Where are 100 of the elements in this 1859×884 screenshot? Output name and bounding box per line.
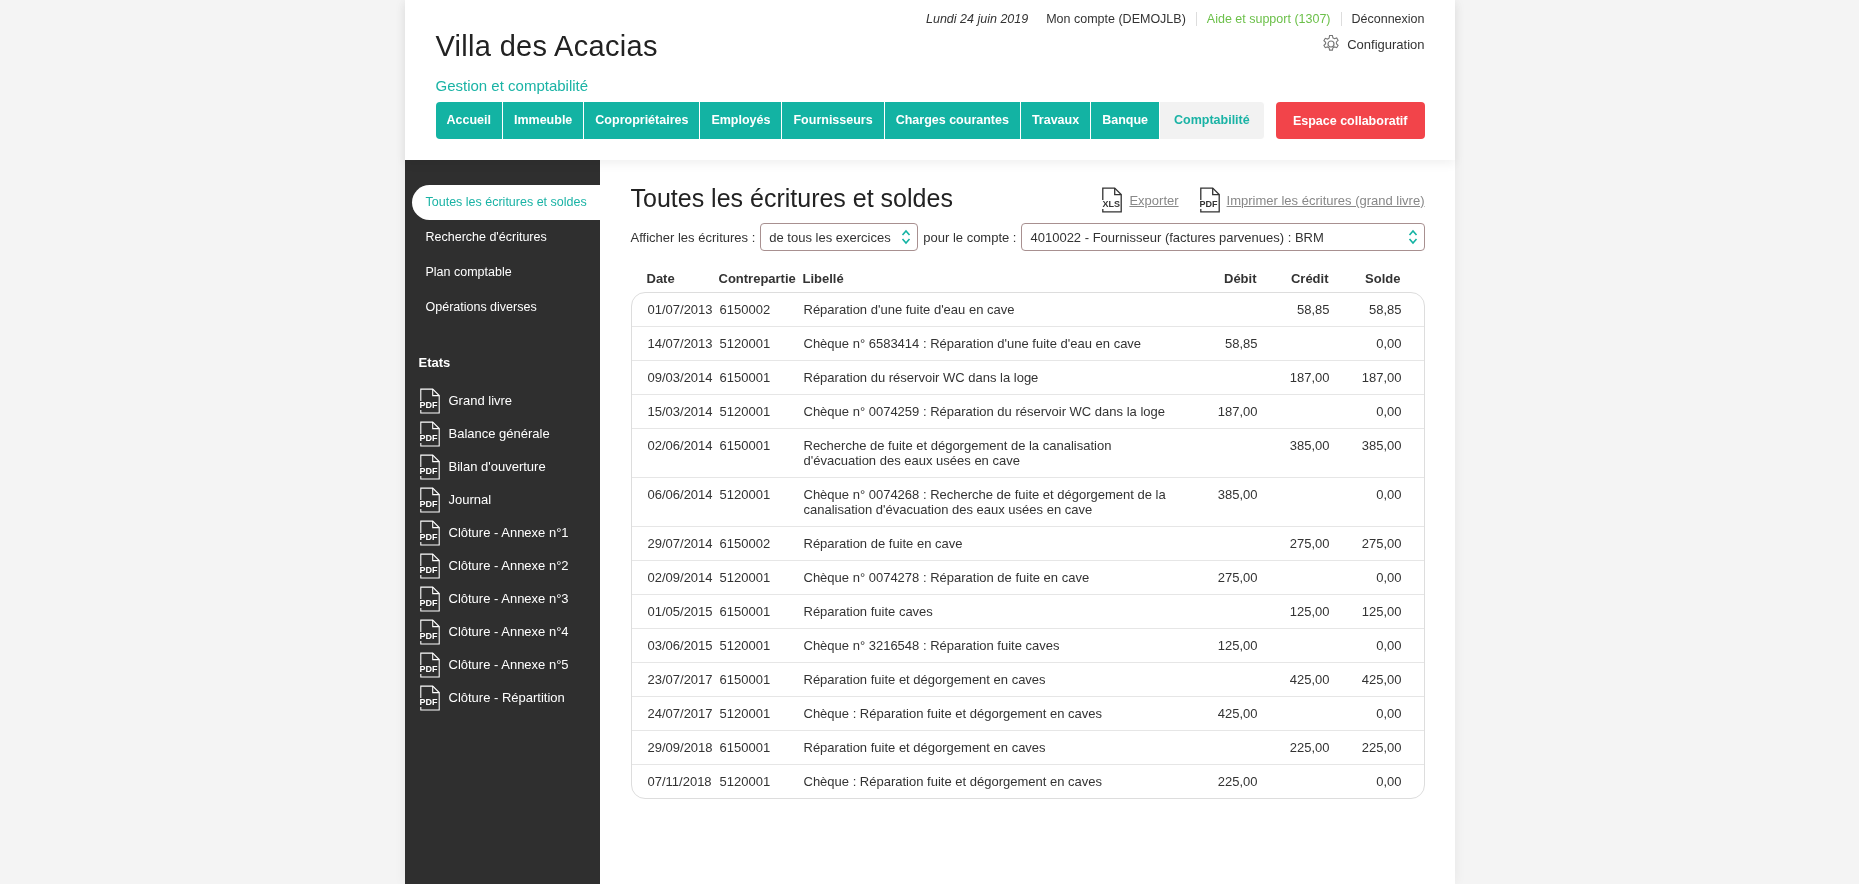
report-link[interactable]: PDF Clôture - Annexe n°1 bbox=[404, 516, 600, 549]
table-cell: 125,00 bbox=[1361, 604, 1402, 619]
page-title: Toutes les écritures et soldes bbox=[630, 184, 953, 213]
report-link[interactable]: PDF Clôture - Annexe n°2 bbox=[404, 549, 600, 582]
table-cell-text: Chèque n° 3216548 : Réparation fuite caves bbox=[803, 638, 1061, 653]
table-cell-text: 6150002 bbox=[719, 302, 772, 317]
report-link[interactable]: PDF Clôture - Annexe n°5 bbox=[404, 648, 600, 681]
settings-icon bbox=[1321, 34, 1342, 54]
table-cell: 0,00 bbox=[1376, 404, 1402, 419]
column-header: Crédit bbox=[1289, 270, 1329, 286]
report-link[interactable]: PDF Grand livre bbox=[404, 384, 600, 417]
table-cell-text: 01/05/2015 bbox=[647, 604, 714, 619]
table-cell-text: 14/07/2013 bbox=[647, 336, 714, 351]
table-cell: 385,00 bbox=[1289, 438, 1330, 453]
table-cell-text: 5120001 bbox=[719, 404, 772, 419]
table-cell-text: Chèque : Réparation fuite et dégorgement en caves bbox=[803, 706, 1103, 721]
table-cell-text: 01/07/2013 bbox=[647, 302, 714, 317]
table-cell-text: 29/09/2018 bbox=[647, 740, 714, 755]
period-select[interactable]: de tous les exercices bbox=[760, 223, 919, 251]
table-cell: 125,00 bbox=[1217, 638, 1258, 653]
table-cell-text: Réparation fuite caves bbox=[803, 604, 934, 619]
report-link[interactable]: PDF Journal bbox=[404, 483, 600, 516]
site-subtitle: Gestion et comptabilité bbox=[435, 77, 590, 94]
table-cell: 275,00 bbox=[1361, 536, 1402, 551]
table-cell-text: 03/06/2015 bbox=[647, 638, 714, 653]
table-cell-text: 6150001 bbox=[719, 604, 772, 619]
report-link[interactable]: PDF Clôture - Répartition bbox=[404, 681, 600, 714]
table-cell: 225,00 bbox=[1217, 774, 1258, 789]
table-cell-text: Chèque n° 6583414 : Réparation d'une fuite d'eau en cave bbox=[803, 336, 1143, 351]
pdf-file-icon: PDF bbox=[418, 486, 441, 513]
reports-heading: Etats bbox=[418, 355, 452, 370]
settings-link[interactable]: Configuration bbox=[1321, 34, 1425, 54]
table-cell: 385,00 bbox=[1361, 438, 1402, 453]
table-cell-text: Chèque n° 0074268 : Recherche de fuite et dégorgement de la canalisation d'évacuation des eaux usées en cave bbox=[803, 487, 1167, 517]
pdf-file-icon: PDF bbox=[418, 585, 441, 612]
table-cell: 58,85 bbox=[1224, 336, 1258, 351]
column-header: Débit bbox=[1223, 270, 1257, 286]
table-cell: 275,00 bbox=[1289, 536, 1330, 551]
pdf-file-icon: PDF bbox=[418, 684, 441, 711]
sidebar-item[interactable]: Recherche d'écritures bbox=[411, 220, 600, 255]
site-title: Villa des Acacias bbox=[435, 30, 658, 63]
column-header: Contrepartie bbox=[718, 270, 797, 286]
sidebar-item[interactable]: Plan comptable bbox=[411, 255, 600, 290]
table-cell-text: Réparation fuite et dégorgement en caves bbox=[803, 672, 1047, 687]
pdf-file-icon: PDF bbox=[418, 420, 441, 447]
table-cell-text: 29/07/2014 bbox=[647, 536, 714, 551]
table-cell: 58,85 bbox=[1368, 302, 1402, 317]
table-cell-text: Réparation du réservoir WC dans la loge bbox=[803, 370, 1040, 385]
table-cell-text: Recherche de fuite et dégorgement de la canalisation d'évacuation des eaux usées en cave bbox=[803, 438, 1113, 468]
column-header: Solde bbox=[1364, 270, 1401, 286]
table-cell-text: 5120001 bbox=[719, 570, 772, 585]
table-cell: 425,00 bbox=[1217, 706, 1258, 721]
table-cell-text: 6150001 bbox=[719, 672, 772, 687]
table-cell-text: 5120001 bbox=[719, 706, 772, 721]
table-cell: 0,00 bbox=[1376, 706, 1402, 721]
collaborative-space-button[interactable]: Espace collaboratif bbox=[1275, 102, 1425, 139]
table-cell: 0,00 bbox=[1376, 774, 1402, 789]
table-cell-text: Chèque : Réparation fuite et dégorgement en caves bbox=[803, 774, 1103, 789]
file-icon: PDF bbox=[1198, 187, 1221, 213]
table-cell-text: 07/11/2018 bbox=[647, 774, 713, 789]
table-cell: 187,00 bbox=[1289, 370, 1330, 385]
table-cell-text: 23/07/2017 bbox=[647, 672, 714, 687]
table-cell-text: 6150001 bbox=[719, 740, 772, 755]
table-cell-text: 6150001 bbox=[719, 438, 772, 455]
table-cell: 225,00 bbox=[1361, 740, 1402, 755]
table-cell: 0,00 bbox=[1376, 336, 1402, 351]
table-cell: 425,00 bbox=[1289, 672, 1330, 687]
table-cell: 385,00 bbox=[1217, 487, 1258, 502]
logout-link[interactable]: Déconnexion bbox=[1351, 12, 1425, 26]
report-link[interactable]: PDF Bilan d'ouverture bbox=[404, 450, 600, 483]
table-cell: 225,00 bbox=[1289, 740, 1330, 755]
table-cell-text: 5120001 bbox=[719, 487, 772, 504]
report-link[interactable]: PDF Balance générale bbox=[404, 417, 600, 450]
file-icon: XLS bbox=[1101, 187, 1124, 213]
table-cell-text: 24/07/2017 bbox=[647, 706, 714, 721]
table-cell-text: Réparation d'une fuite d'eau en cave bbox=[803, 302, 1016, 317]
sidebar-item[interactable]: Opérations diverses bbox=[411, 290, 600, 325]
report-link[interactable]: PDF Clôture - Annexe n°3 bbox=[404, 582, 600, 615]
table-cell-text: 6150002 bbox=[719, 536, 772, 551]
action-link[interactable]: PDF Imprimer les écritures (grand livre) bbox=[1198, 187, 1425, 213]
table-cell-text: 5120001 bbox=[719, 774, 772, 789]
action-link[interactable]: XLS Exporter bbox=[1101, 187, 1179, 213]
table-cell-text: 02/06/2014 bbox=[647, 438, 714, 455]
pdf-file-icon: PDF bbox=[418, 552, 441, 579]
up-down-chevron-icon bbox=[1407, 229, 1418, 245]
table-cell-text: 6150001 bbox=[719, 370, 772, 385]
table-cell: 187,00 bbox=[1361, 370, 1402, 385]
account-select[interactable]: 4010022 - Fournisseur (factures parvenues) : BRM bbox=[1021, 223, 1425, 251]
table-cell-text: 09/03/2014 bbox=[647, 370, 714, 385]
table-cell-text: Chèque n° 0074278 : Réparation de fuite en cave bbox=[803, 570, 1091, 585]
table-cell-text: 15/03/2014 bbox=[647, 404, 714, 419]
column-header: Date bbox=[646, 270, 676, 286]
pdf-file-icon: PDF bbox=[418, 453, 441, 480]
pdf-file-icon: PDF bbox=[418, 618, 441, 645]
report-link[interactable]: PDF Clôture - Annexe n°4 bbox=[404, 615, 600, 648]
account-link[interactable]: Mon compte (DEMOJLB) bbox=[1046, 12, 1186, 26]
table-cell-text: 5120001 bbox=[719, 638, 772, 653]
table-cell: 275,00 bbox=[1217, 570, 1258, 585]
table-cell-text: 06/06/2014 bbox=[647, 487, 714, 504]
table-cell-text: Chèque n° 0074259 : Réparation du réservoir WC dans la loge bbox=[803, 404, 1166, 419]
